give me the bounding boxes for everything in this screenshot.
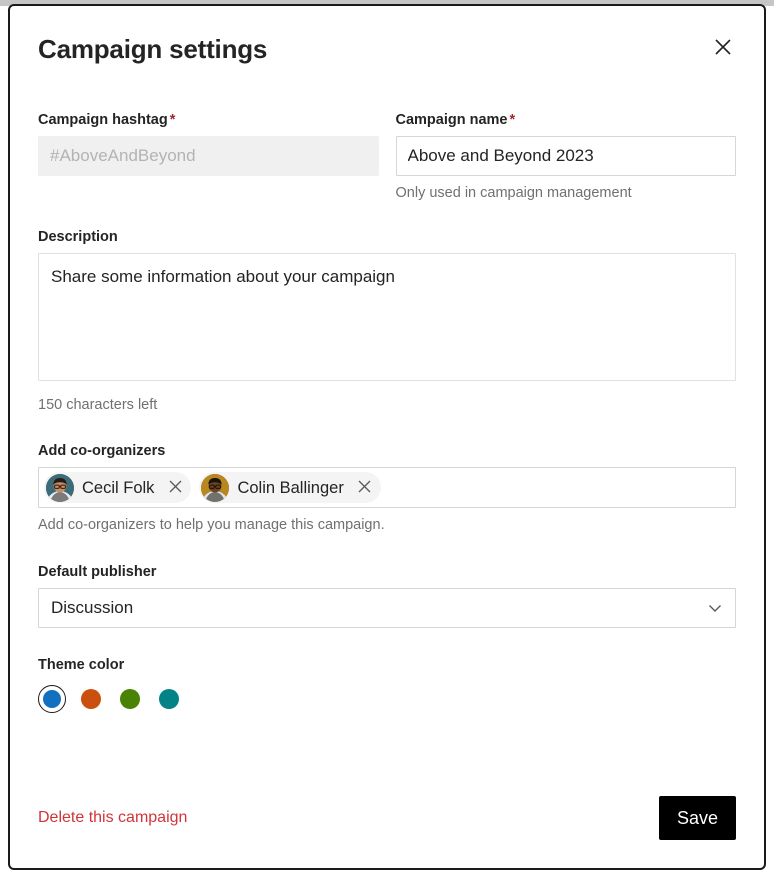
swatch-color-dot xyxy=(159,689,179,709)
swatch-color-dot xyxy=(43,690,61,708)
default-publisher-group: Default publisher Discussion xyxy=(38,562,736,628)
remove-coorganizer-button[interactable] xyxy=(162,475,188,501)
default-publisher-value: Discussion xyxy=(51,598,133,618)
default-publisher-label: Default publisher xyxy=(38,562,736,582)
required-asterisk: * xyxy=(510,112,516,128)
campaign-hashtag-group: Campaign hashtag* xyxy=(38,110,379,203)
campaign-settings-panel: Campaign settings Campaign hashtag* Cam xyxy=(8,4,766,870)
coorganizers-label: Add co-organizers xyxy=(38,441,736,461)
close-icon xyxy=(357,479,372,497)
campaign-name-hint: Only used in campaign management xyxy=(396,183,737,203)
theme-color-swatch-teal[interactable] xyxy=(155,685,183,713)
theme-color-group: Theme color xyxy=(38,655,736,713)
theme-color-swatches xyxy=(38,685,736,713)
description-textarea[interactable] xyxy=(38,253,736,381)
coorganizers-group: Add co-organizers Cecil Folk Colin Ballin… xyxy=(38,441,736,535)
coorganizers-picker[interactable]: Cecil Folk Colin Ballinger xyxy=(38,467,736,508)
theme-color-swatch-orange[interactable] xyxy=(77,685,105,713)
character-counter: 150 characters left xyxy=(38,395,736,415)
swatch-color-dot xyxy=(120,689,140,709)
theme-color-swatch-green[interactable] xyxy=(116,685,144,713)
close-icon xyxy=(713,37,733,57)
description-group: Description 150 characters left xyxy=(38,227,736,415)
panel-footer: Delete this campaign Save xyxy=(38,796,736,840)
close-icon xyxy=(168,479,183,497)
identity-row: Campaign hashtag* Campaign name* Only us… xyxy=(38,110,736,203)
campaign-name-group: Campaign name* Only used in campaign man… xyxy=(396,110,737,203)
page-title: Campaign settings xyxy=(38,32,267,64)
panel-header: Campaign settings xyxy=(38,32,736,88)
coorganizer-pill[interactable]: Cecil Folk xyxy=(44,472,191,503)
coorganizer-name: Colin Ballinger xyxy=(237,478,343,498)
campaign-hashtag-input[interactable] xyxy=(38,136,379,176)
avatar xyxy=(46,474,74,502)
coorganizers-hint: Add co-organizers to help you manage thi… xyxy=(38,515,736,535)
delete-campaign-link[interactable]: Delete this campaign xyxy=(38,808,187,828)
campaign-name-input[interactable] xyxy=(396,136,737,176)
description-label: Description xyxy=(38,227,736,247)
theme-color-label: Theme color xyxy=(38,655,736,675)
save-button[interactable]: Save xyxy=(659,796,736,840)
panel-content: Campaign settings Campaign hashtag* Cam xyxy=(10,6,764,713)
avatar xyxy=(201,474,229,502)
chevron-down-icon xyxy=(705,598,725,618)
remove-coorganizer-button[interactable] xyxy=(352,475,378,501)
coorganizer-pill[interactable]: Colin Ballinger xyxy=(199,472,380,503)
swatch-color-dot xyxy=(81,689,101,709)
campaign-hashtag-label: Campaign hashtag* xyxy=(38,110,379,130)
close-panel-button[interactable] xyxy=(706,30,740,64)
campaign-name-label: Campaign name* xyxy=(396,110,737,130)
theme-color-swatch-blue[interactable] xyxy=(38,685,66,713)
coorganizer-name: Cecil Folk xyxy=(82,478,154,498)
required-asterisk: * xyxy=(170,112,176,128)
default-publisher-dropdown[interactable]: Discussion xyxy=(38,588,736,628)
